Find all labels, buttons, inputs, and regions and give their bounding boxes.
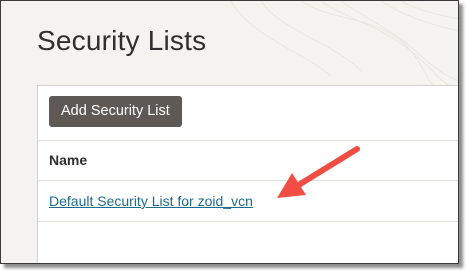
page-title: Security Lists <box>37 25 207 56</box>
column-header-name[interactable]: Name <box>49 152 87 168</box>
screenshot-frame: Security Lists Add Security List Name De… <box>0 0 459 264</box>
table-header: Name <box>38 140 458 181</box>
security-lists-panel: Add Security List Name Default Security … <box>37 85 458 263</box>
add-security-list-button[interactable]: Add Security List <box>49 96 182 127</box>
table-row: Default Security List for zoid_vcn <box>38 181 458 222</box>
panel-toolbar: Add Security List <box>38 86 458 141</box>
security-list-link[interactable]: Default Security List for zoid_vcn <box>49 193 253 209</box>
